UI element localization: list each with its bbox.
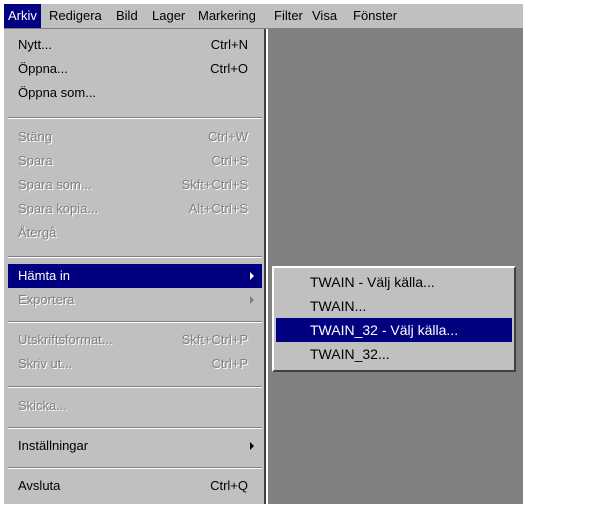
menu-item-label: Stäng xyxy=(18,129,52,144)
menu-item-import[interactable]: Hämta in xyxy=(8,264,262,288)
menu-item-shortcut: Ctrl+W xyxy=(207,129,248,144)
submenu-item-label: TWAIN_32 - Välj källa... xyxy=(310,322,459,338)
menu-item-export[interactable]: Exportera xyxy=(8,288,262,312)
menu-item-exit[interactable]: Avsluta Ctrl+Q xyxy=(8,474,262,498)
menu-item-label: Spara som... xyxy=(18,177,92,192)
submenu-item-twain-select-source[interactable]: TWAIN - Välj källa... xyxy=(276,270,512,294)
menu-item-label: Återgå xyxy=(18,225,57,240)
menu-item-label: Öppna som... xyxy=(18,85,97,100)
menu-item-label: Spara kopia... xyxy=(18,201,99,216)
submenu-arrow-icon xyxy=(250,442,254,450)
submenu-item-twain32-select-source[interactable]: TWAIN_32 - Välj källa... xyxy=(276,318,512,342)
menu-item-shortcut: Ctrl+Q xyxy=(210,478,248,493)
menu-item-label: Öppna... xyxy=(18,61,68,76)
menu-item-label: Skriv ut... xyxy=(18,356,73,371)
submenu-item-label: TWAIN - Välj källa... xyxy=(310,274,435,290)
menu-visa[interactable]: Visa xyxy=(308,4,341,28)
menu-item-shortcut: Skft+Ctrl+P xyxy=(181,332,248,347)
menu-item-shortcut: Skft+Ctrl+S xyxy=(181,177,248,192)
menu-redigera[interactable]: Redigera xyxy=(45,4,106,28)
menu-item-label: Nytt... xyxy=(18,37,52,52)
menu-item-save-as[interactable]: Spara som... Skft+Ctrl+S xyxy=(8,173,262,197)
submenu-item-twain32[interactable]: TWAIN_32... xyxy=(276,342,512,366)
menu-separator xyxy=(8,256,262,258)
menu-item-shortcut: Ctrl+N xyxy=(210,37,248,52)
submenu-item-label: TWAIN... xyxy=(310,298,367,314)
menu-item-label: Spara xyxy=(18,153,53,168)
menu-fonster[interactable]: Fönster xyxy=(349,4,401,28)
menu-separator xyxy=(8,117,262,119)
submenu-item-label: TWAIN_32... xyxy=(310,346,390,362)
menu-item-page-setup[interactable]: Utskriftsformat... Skft+Ctrl+P xyxy=(8,328,262,352)
menu-bar: Arkiv Redigera Bild Lager Markering Filt… xyxy=(4,4,523,29)
menu-item-label: Avsluta xyxy=(18,478,61,493)
menu-item-save[interactable]: Spara Ctrl+S xyxy=(8,149,262,173)
import-submenu: TWAIN - Välj källa... TWAIN... TWAIN_32 … xyxy=(272,266,516,372)
menu-item-shortcut: Ctrl+P xyxy=(211,356,248,371)
file-menu: Nytt... Ctrl+N Öppna... Ctrl+O Öppna som… xyxy=(4,29,266,504)
menu-item-label: Exportera xyxy=(18,292,75,307)
submenu-arrow-icon xyxy=(250,272,254,280)
menu-item-print[interactable]: Skriv ut... Ctrl+P xyxy=(8,352,262,376)
menu-item-preferences[interactable]: Inställningar xyxy=(8,434,262,458)
submenu-item-twain[interactable]: TWAIN... xyxy=(276,294,512,318)
menu-item-label: Utskriftsformat... xyxy=(18,332,113,347)
menu-item-label: Hämta in xyxy=(18,268,71,283)
menu-markering[interactable]: Markering xyxy=(194,4,260,28)
menu-item-shortcut: Ctrl+O xyxy=(210,61,248,76)
menu-item-shortcut: Alt+Ctrl+S xyxy=(188,201,248,216)
menu-arkiv[interactable]: Arkiv xyxy=(4,4,41,28)
menu-filter[interactable]: Filter xyxy=(270,4,307,28)
menu-lager[interactable]: Lager xyxy=(148,4,189,28)
menu-item-revert[interactable]: Återgå xyxy=(8,221,262,245)
menu-item-send[interactable]: Skicka... xyxy=(8,394,262,418)
menu-bild[interactable]: Bild xyxy=(112,4,142,28)
menu-separator xyxy=(8,321,262,323)
menu-item-open-as[interactable]: Öppna som... xyxy=(8,81,262,105)
menu-separator xyxy=(8,427,262,429)
menu-item-close[interactable]: Stäng Ctrl+W xyxy=(8,125,262,149)
menu-item-new[interactable]: Nytt... Ctrl+N xyxy=(8,33,262,57)
menu-item-label: Inställningar xyxy=(18,438,89,453)
menu-item-save-copy[interactable]: Spara kopia... Alt+Ctrl+S xyxy=(8,197,262,221)
menu-separator xyxy=(8,386,262,388)
submenu-arrow-icon xyxy=(250,296,254,304)
menu-separator xyxy=(8,467,262,469)
menu-item-open[interactable]: Öppna... Ctrl+O xyxy=(8,57,262,81)
menu-item-shortcut: Ctrl+S xyxy=(211,153,248,168)
menu-item-label: Skicka... xyxy=(18,398,68,413)
